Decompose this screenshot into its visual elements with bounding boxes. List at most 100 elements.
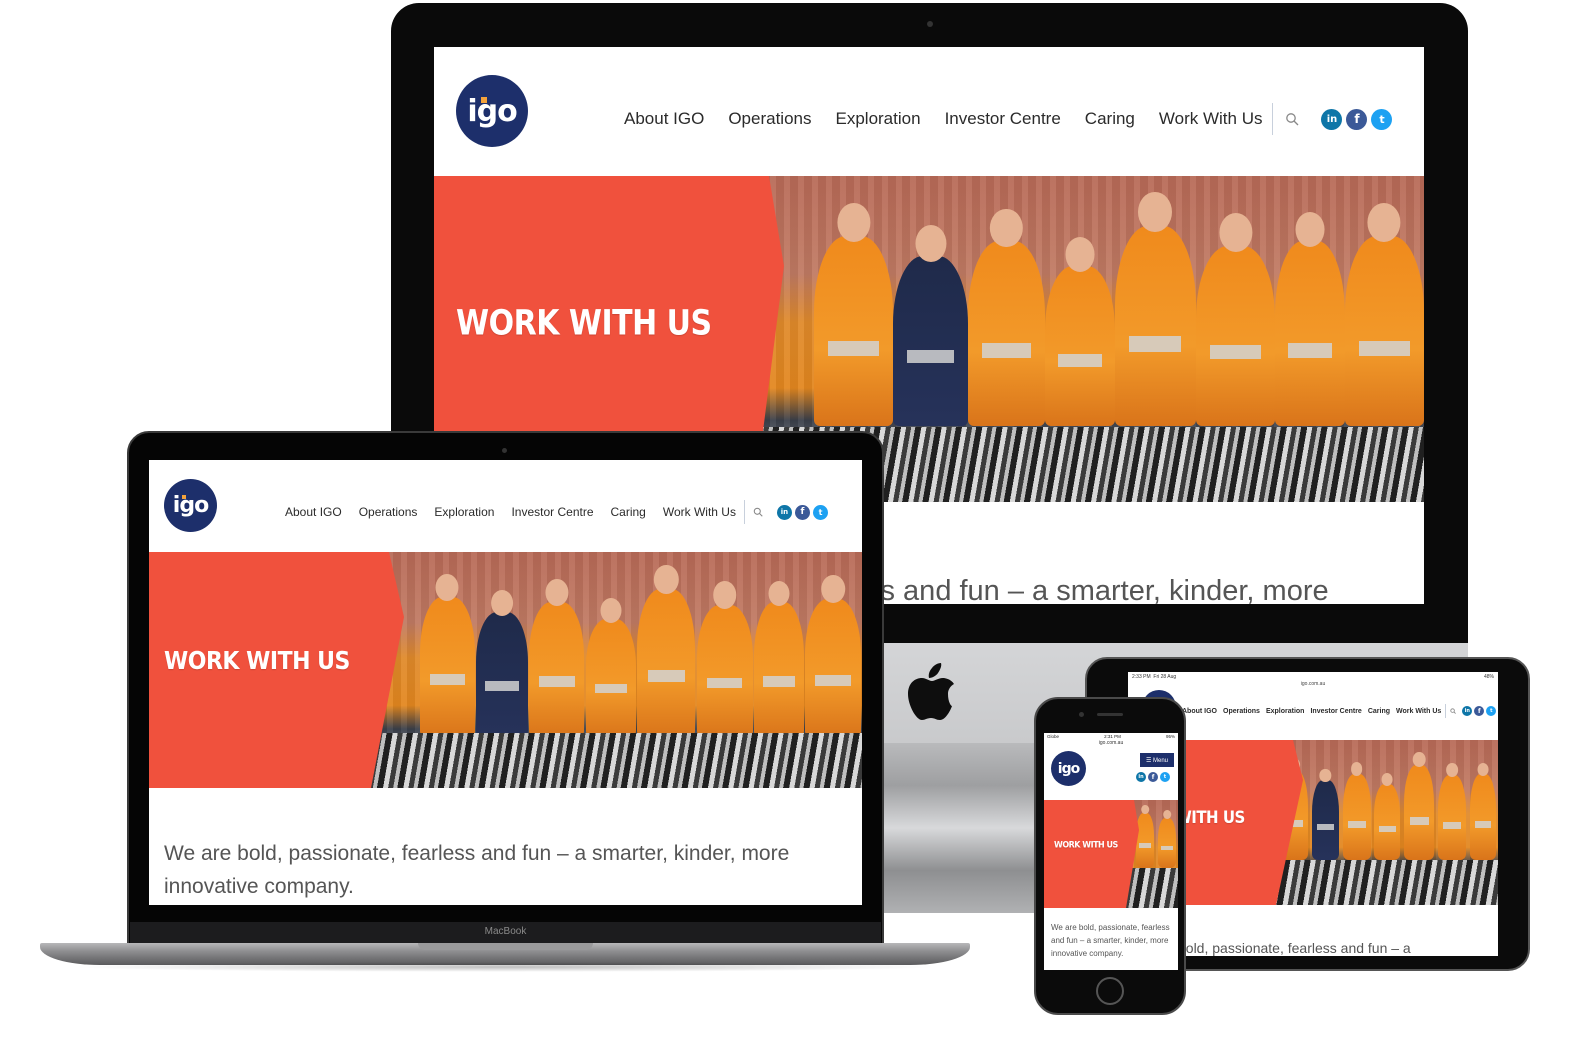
person xyxy=(585,598,636,737)
twitter-icon[interactable]: t xyxy=(1371,108,1393,130)
igo-logo[interactable]: igo xyxy=(1051,751,1086,786)
person-head xyxy=(914,224,947,262)
person-head xyxy=(1446,763,1459,778)
person xyxy=(1311,768,1339,860)
person xyxy=(1195,212,1276,426)
twitter-icon[interactable]: t xyxy=(1160,772,1170,782)
hero-title: WORK WITH US xyxy=(1054,839,1118,850)
nav-item-caring[interactable]: Caring xyxy=(1368,708,1390,715)
person-head xyxy=(1319,768,1331,783)
person-head xyxy=(821,575,846,604)
nav-item-investor-centre[interactable]: Investor Centre xyxy=(511,505,593,519)
macbook-website-screen: igo About IGO Operations Exploration Inv… xyxy=(149,460,862,905)
macbook-label: MacBook xyxy=(484,926,527,937)
macbook-shadow xyxy=(70,962,940,972)
nav-item-operations[interactable]: Operations xyxy=(1223,708,1260,715)
nav-item-operations[interactable]: Operations xyxy=(359,505,418,519)
hero-red-panel xyxy=(1044,800,1139,908)
main-nav: About IGO Operations Exploration Investo… xyxy=(285,500,828,524)
linkedin-icon[interactable]: in xyxy=(1462,706,1473,716)
nav-divider xyxy=(743,500,745,524)
person xyxy=(1114,191,1196,426)
search-icon[interactable] xyxy=(1450,708,1457,714)
nav-item-investor-centre[interactable]: Investor Centre xyxy=(1310,708,1361,715)
person xyxy=(637,564,696,737)
person xyxy=(1344,202,1424,426)
ipad-time: 2:33 PM xyxy=(1132,674,1151,680)
iphone-home-button[interactable] xyxy=(1096,977,1124,1005)
linkedin-icon[interactable]: in xyxy=(1136,772,1146,782)
macbook-notch xyxy=(418,943,593,950)
person xyxy=(1469,763,1496,860)
person-head xyxy=(1163,810,1171,820)
nav-item-exploration[interactable]: Exploration xyxy=(1266,708,1305,715)
hero-title: WORK WITH US xyxy=(456,303,712,344)
person xyxy=(1438,763,1467,860)
person-head xyxy=(435,573,459,602)
nav-item-about-igo[interactable]: About IGO xyxy=(624,109,704,129)
logo-text: igo xyxy=(467,93,517,129)
ipad-url-bar[interactable]: igo.com.au xyxy=(1128,681,1498,687)
person-head xyxy=(990,208,1023,248)
nav-item-work-with-us[interactable]: Work With Us xyxy=(663,505,736,519)
apple-logo-icon xyxy=(908,663,954,720)
person-head xyxy=(545,578,569,607)
iphone-url-bar[interactable]: igo.com.au xyxy=(1044,740,1178,746)
intro-text: ss and fun – a smarter, kinder, more xyxy=(866,575,1329,604)
search-icon[interactable] xyxy=(1285,112,1299,126)
person xyxy=(1404,752,1435,860)
person-head xyxy=(1138,191,1173,233)
iphone-speaker xyxy=(1097,713,1123,716)
facebook-icon[interactable]: f xyxy=(1148,772,1158,782)
igo-logo[interactable]: igo xyxy=(456,75,528,147)
nav-item-exploration[interactable]: Exploration xyxy=(434,505,494,519)
person-head xyxy=(1218,212,1253,253)
search-icon[interactable] xyxy=(753,507,763,517)
nav-item-operations[interactable]: Operations xyxy=(728,109,811,129)
person xyxy=(1342,762,1371,860)
person-head xyxy=(1065,237,1095,272)
menu-button[interactable]: ☰ Menu xyxy=(1140,753,1174,767)
hero-title: WORK WITH US xyxy=(164,647,350,676)
nav-item-caring[interactable]: Caring xyxy=(611,505,646,519)
person xyxy=(893,224,968,426)
igo-logo[interactable]: igo xyxy=(164,479,217,532)
nav-item-about-igo[interactable]: About IGO xyxy=(1182,708,1217,715)
linkedin-icon[interactable]: in xyxy=(776,504,792,520)
person-head xyxy=(1295,212,1325,247)
person xyxy=(529,578,585,737)
nav-item-exploration[interactable]: Exploration xyxy=(836,109,921,129)
facebook-icon[interactable]: f xyxy=(1346,108,1368,130)
nav-divider xyxy=(1272,103,1274,135)
facebook-icon[interactable]: f xyxy=(1474,706,1485,716)
person xyxy=(967,208,1046,426)
person-head xyxy=(600,598,622,623)
iphone-camera xyxy=(1079,712,1084,717)
nav-item-investor-centre[interactable]: Investor Centre xyxy=(945,109,1061,129)
twitter-icon[interactable]: t xyxy=(1486,706,1497,716)
person xyxy=(1275,212,1345,426)
nav-item-about-igo[interactable]: About IGO xyxy=(285,505,342,519)
person-head xyxy=(654,564,679,594)
nav-item-work-with-us[interactable]: Work With Us xyxy=(1159,109,1263,129)
nav-item-caring[interactable]: Caring xyxy=(1085,109,1135,129)
intro-text: We are bold, passionate, fearless and fu… xyxy=(164,842,790,898)
person-head xyxy=(712,581,737,610)
person xyxy=(814,202,894,426)
facebook-icon[interactable]: f xyxy=(794,504,810,520)
twitter-icon[interactable]: t xyxy=(812,504,828,520)
linkedin-icon[interactable]: in xyxy=(1321,108,1343,130)
nav-divider xyxy=(1445,704,1447,718)
ipad-battery: 48% xyxy=(1483,674,1494,680)
person xyxy=(1136,805,1154,868)
iphone-website-screen: Globe 2:31 PM 95% igo.com.au igo ☰ Menu … xyxy=(1044,733,1178,970)
intro-text: bold, passionate, fearless and fun – a xyxy=(1178,940,1411,956)
main-nav: About IGO Operations Exploration Investo… xyxy=(1182,704,1497,718)
imac-camera xyxy=(927,21,933,27)
hero-banner: WORK WITH US xyxy=(149,552,862,788)
nav-item-work-with-us[interactable]: Work With Us xyxy=(1396,708,1441,715)
hero-banner: WORK WITH US xyxy=(1044,800,1178,908)
person-head xyxy=(491,590,513,617)
logo-text: igo xyxy=(1057,760,1080,777)
macbook-camera xyxy=(502,448,507,453)
